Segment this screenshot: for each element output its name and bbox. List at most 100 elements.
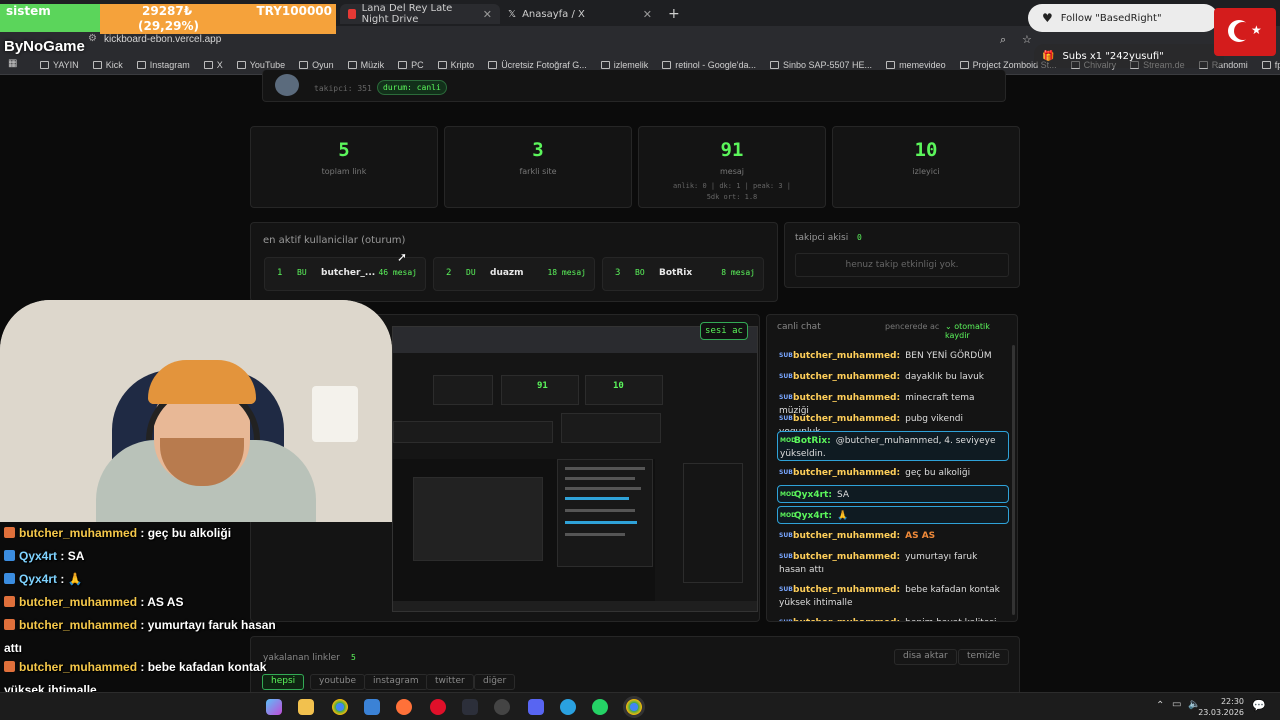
rank: 1 [277,268,283,278]
chat-message: SUBbutcher_muhammed:pubg vikendi yogunlu… [777,410,1009,437]
bookmark-item[interactable]: PC [398,60,424,70]
follow-alert-text: Follow "BasedRight" [1060,12,1162,24]
stream-chat-text: : bebe kafadan kontak [137,660,267,674]
steam-icon[interactable] [494,699,510,715]
chat-username[interactable]: butcher_muhammed: [793,351,900,361]
filter-other[interactable]: diğer [474,674,516,690]
bookmark-item[interactable]: X [203,60,223,70]
bookmark-label: Müzik [360,60,385,70]
open-window-button[interactable]: pencerede ac [885,322,939,331]
notification-icon[interactable]: 💬 [1252,699,1266,712]
chat-username[interactable]: butcher_muhammed: [793,618,900,621]
telegram-icon[interactable] [560,699,576,715]
chat-username[interactable]: butcher_muhammed: [793,531,900,541]
chat-username[interactable]: butcher_muhammed: [793,468,900,478]
bookmark-item[interactable]: YouTube [236,60,285,70]
links-title: yakalanan linkler [263,653,340,663]
bookmark-item[interactable]: Müzik [347,60,385,70]
tray-chevron-icon[interactable]: ⌃ [1156,700,1164,711]
top-user-2[interactable]: 2 DU duazm 18 mesaj [433,257,595,291]
chat-username[interactable]: butcher_muhammed: [793,552,900,562]
bookmark-item[interactable]: retinol - Google'da... [662,60,756,70]
message-count: 8 mesaj [721,268,755,277]
export-button[interactable]: disa aktar [894,649,957,665]
chat-message: SUBbutcher_muhammed: dayaklık bu lavuk [777,368,1009,386]
bookmark-item[interactable]: Sinbo SAP-5507 HE... [770,60,872,70]
filter-all[interactable]: hepsi [262,674,305,690]
search-icon[interactable]: ⌕ [1000,33,1006,47]
bookmark-item[interactable]: Ücretsiz Fotoğraf G... [488,60,587,70]
bookmark-item[interactable]: Kripto [437,60,474,70]
unmute-button[interactable]: sesi ac [700,322,748,340]
close-icon[interactable]: ✕ [643,8,652,21]
chrome-icon[interactable] [332,699,348,715]
chat-scrollbar[interactable] [1012,345,1015,615]
subs-alert: 🎁 Subs x1 "242yusufi" [1034,44,1224,68]
goal-percent: (29,29%) [138,19,199,33]
chat-username[interactable]: Qyx4rt: [794,490,832,500]
copilot-icon[interactable] [266,699,282,715]
clear-button[interactable]: temizle [958,649,1010,665]
opera-icon[interactable] [430,699,446,715]
chat-username[interactable]: butcher_muhammed: [793,372,900,382]
chat-username[interactable]: butcher_muhammed: [793,585,900,595]
star-icon[interactable]: ☆ [1022,33,1032,46]
bookmark-label: memevideo [899,60,946,70]
chat-message: SUBbutcher_muhammed: minecraft tema müziğ… [777,389,1009,416]
filter-twitter[interactable]: twitter [426,674,474,690]
close-icon[interactable]: ✕ [483,8,492,21]
new-tab-button[interactable]: + [660,4,682,24]
bookmark-item[interactable]: Oyun [299,60,334,70]
whatsapp-icon[interactable] [592,699,608,715]
screen: { "overlay": { "bar_label": "sistem", "c… [0,0,1280,720]
preview-value: 91 [537,381,548,391]
mail-icon[interactable] [364,699,380,715]
clock[interactable]: 22:30 23.03.2026 [1198,696,1244,718]
chat-username[interactable]: butcher_muhammed: [793,414,900,424]
stream-chat-text: : 🙏 [57,572,83,586]
filter-instagram[interactable]: instagram [364,674,428,690]
firefox-icon[interactable] [396,699,412,715]
stream-chat-user: butcher_muhammed [19,618,138,632]
chat-username[interactable]: BotRix: [794,436,831,446]
stat-label: toplam link [321,167,367,176]
chat-text: SA [836,490,849,500]
folder-icon [299,61,309,69]
obs-icon[interactable] [462,699,478,715]
message-count: 18 mesaj [547,268,586,277]
overlay-bar: sistem [0,4,100,32]
bookmark-item[interactable]: fp - Google Drive [1261,60,1280,70]
bookmark-item[interactable]: izlemelik [600,60,648,70]
top-user-3[interactable]: 3 BO BotRix 8 mesaj [602,257,764,291]
stream-chat-line: Qyx4rt : SA [4,549,84,563]
bookmark-item[interactable]: YAYIN [40,60,79,70]
chat-text: geç bu alkoliği [905,468,971,478]
rank: 2 [446,268,452,278]
chat-text: 🙏 [836,511,849,521]
autoscroll-toggle[interactable]: ⌄ otomatik kaydir [945,322,1017,340]
tab-x[interactable]: 𝕏 Anasayfa / X ✕ [500,4,660,24]
chat-username[interactable]: butcher_muhammed: [793,393,900,403]
chat-badge: SUB [779,532,793,539]
discord-icon[interactable] [528,699,544,715]
tab-lana[interactable]: Lana Del Rey Late Night Drive ✕ [340,3,500,25]
chat-username[interactable]: Qyx4rt: [794,511,832,521]
network-icon[interactable]: ▭ [1172,699,1181,710]
profile-card: takipci: 351 durum: canli [262,70,1006,102]
folder-icon [437,61,447,69]
apps-icon[interactable]: ▦ [8,58,17,69]
folder-icon [600,61,610,69]
bookmark-item[interactable]: memevideo [886,60,946,70]
chrome-active-icon[interactable] [626,699,642,715]
bookmark-item[interactable]: Kick [92,60,123,70]
chat-message: SUBbutcher_muhammed: bebe kafadan kontak … [777,581,1009,611]
gift-icon: 🎁 [1042,50,1055,62]
folder-icon [662,61,672,69]
url-field[interactable]: kickboard-ebon.vercel.app [104,34,221,45]
site-info-icon[interactable]: ⚙ [88,33,97,44]
bookmark-item[interactable]: Instagram [136,60,190,70]
filter-youtube[interactable]: youtube [310,674,366,690]
user-name: butcher_... [321,268,376,278]
folder-icon[interactable] [298,699,314,715]
folder-icon [959,61,969,69]
